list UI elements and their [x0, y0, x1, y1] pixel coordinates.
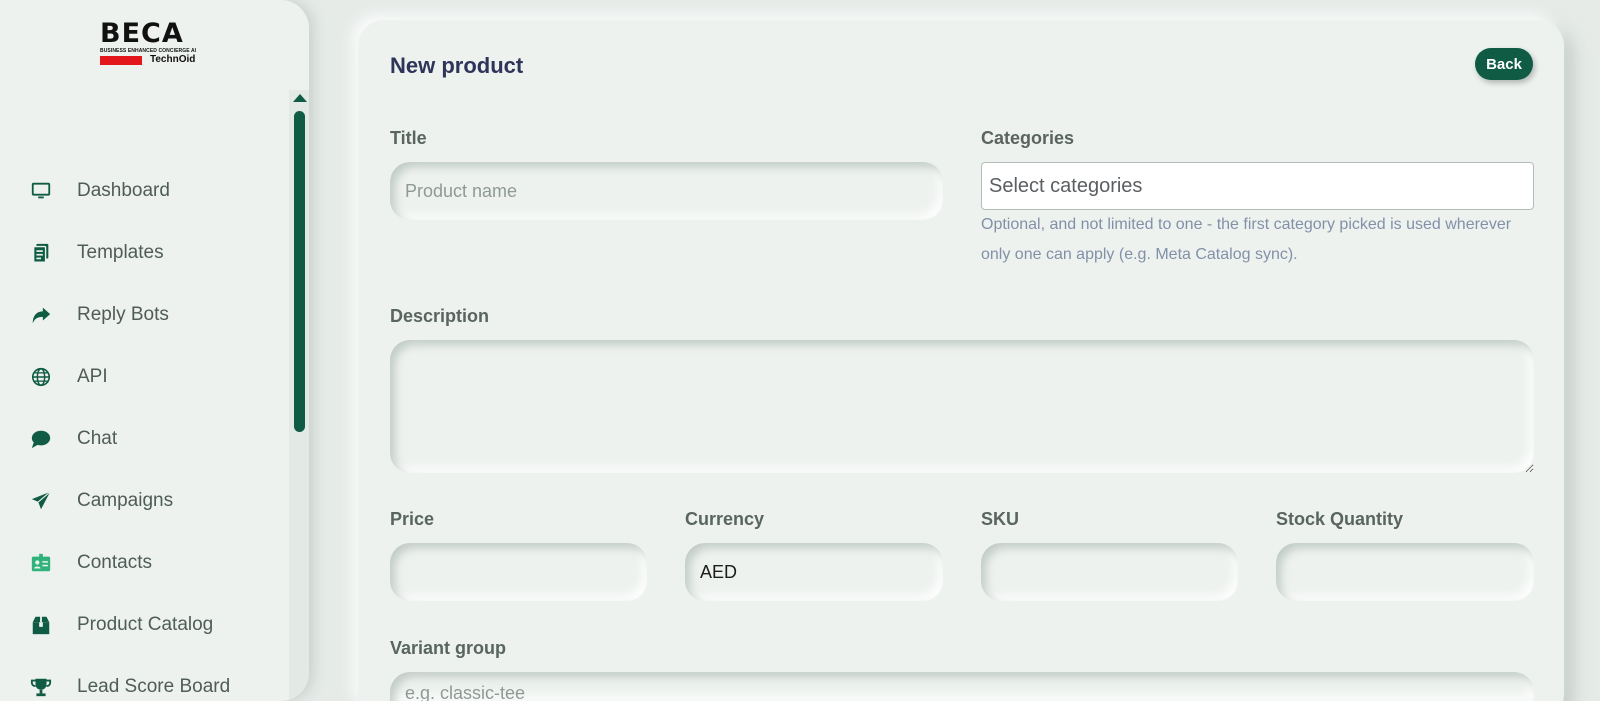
trophy-icon: [30, 676, 52, 698]
reply-arrow-icon: [30, 304, 52, 326]
beca-logo[interactable]: BECA BUSINESS ENHANCED CONCIERGE AI Tech…: [100, 20, 204, 66]
globe-icon: [30, 366, 52, 388]
sidebar-item-label: Templates: [77, 242, 164, 263]
sidebar-item-label: Chat: [77, 428, 118, 449]
title-label: Title: [390, 128, 427, 148]
sidebar-item-campaigns[interactable]: Campaigns: [0, 470, 285, 532]
sidebar: BECA BUSINESS ENHANCED CONCIERGE AI Tech…: [0, 0, 309, 701]
sku-input[interactable]: [981, 543, 1238, 601]
sidebar-item-product-catalog[interactable]: Product Catalog: [0, 594, 285, 656]
stock-quantity-label: Stock Quantity: [1276, 509, 1404, 529]
description-textarea[interactable]: [390, 340, 1534, 473]
box-icon: [30, 614, 52, 636]
logo-partner: TechnOid: [150, 54, 196, 65]
price-label: Price: [390, 509, 435, 529]
currency-label: Currency: [685, 509, 765, 529]
categories-select[interactable]: Select categories: [981, 162, 1534, 210]
sidebar-item-label: Contacts: [77, 552, 152, 573]
currency-input[interactable]: [685, 543, 943, 601]
sidebar-item-api[interactable]: API: [0, 346, 285, 408]
chat-bubble-icon: [30, 428, 52, 450]
stock-quantity-input[interactable]: [1276, 543, 1534, 601]
sidebar-item-templates[interactable]: Templates: [0, 222, 285, 284]
description-label: Description: [390, 306, 490, 326]
back-button[interactable]: Back: [1475, 48, 1533, 80]
sidebar-item-label: Reply Bots: [77, 304, 169, 325]
sidebar-item-lead-score-board[interactable]: Lead Score Board: [0, 656, 285, 701]
sku-label: SKU: [981, 509, 1020, 529]
variant-group-input[interactable]: [390, 672, 1534, 701]
variant-group-label: Variant group: [390, 638, 507, 658]
paper-plane-icon: [30, 490, 52, 512]
sidebar-item-label: Dashboard: [77, 180, 170, 201]
sidebar-item-contacts[interactable]: Contacts: [0, 532, 285, 594]
sidebar-item-reply-bots[interactable]: Reply Bots: [0, 284, 285, 346]
sidebar-item-chat[interactable]: Chat: [0, 408, 285, 470]
contact-card-icon: [30, 552, 52, 574]
sidebar-scrollbar-thumb[interactable]: [294, 111, 305, 432]
sidebar-item-label: Campaigns: [77, 490, 174, 511]
sidebar-item-dashboard[interactable]: Dashboard: [0, 160, 285, 222]
page-title: New product: [390, 53, 524, 78]
logo-wordmark: BECA: [100, 18, 184, 49]
scroll-up-arrow-icon[interactable]: [293, 94, 307, 102]
monitor-icon: [30, 180, 52, 202]
categories-help-text: Optional, and not limited to one - the f…: [981, 216, 1512, 263]
title-input[interactable]: [390, 162, 943, 220]
categories-label: Categories: [981, 128, 1075, 148]
categories-placeholder: Select categories: [989, 174, 1143, 197]
logo-red-bar: [100, 56, 142, 65]
sidebar-item-label: API: [77, 366, 108, 387]
sidebar-item-label: Product Catalog: [77, 614, 214, 635]
sidebar-item-label: Lead Score Board: [77, 676, 231, 697]
price-input[interactable]: [390, 543, 647, 601]
document-icon: [30, 242, 52, 264]
sidebar-nav: Dashboard Templates Reply Bots API Chat: [0, 160, 285, 701]
